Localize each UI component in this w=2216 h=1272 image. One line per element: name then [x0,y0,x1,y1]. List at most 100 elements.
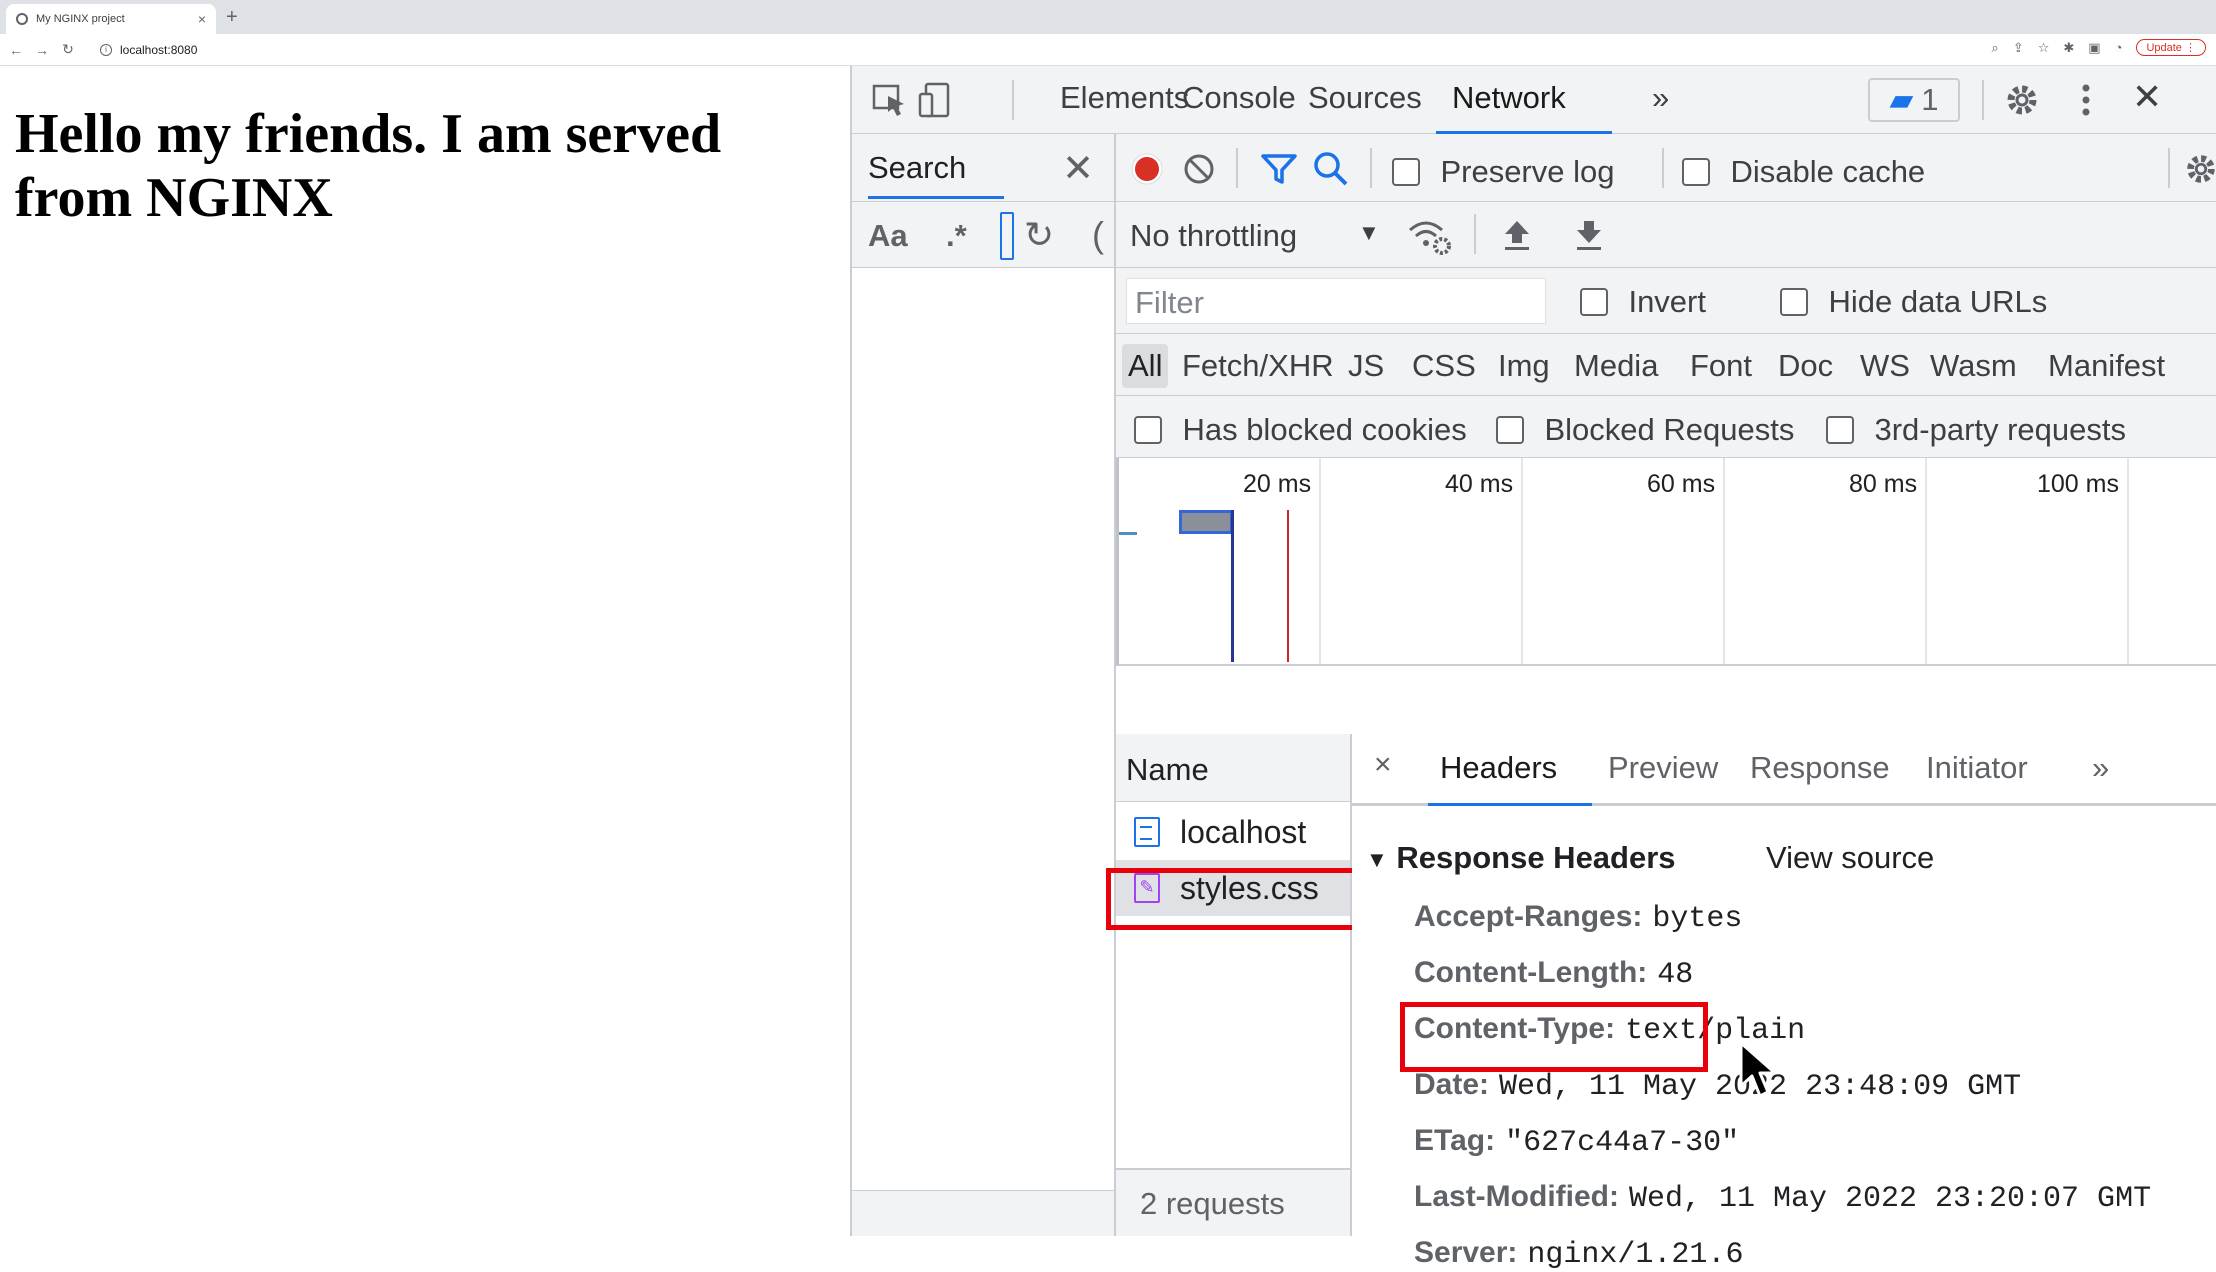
back-button[interactable]: ← [6,42,26,58]
filter-img[interactable]: Img [1492,344,1556,388]
blocked-requests-wrap[interactable]: Blocked Requests [1496,412,1794,448]
chevron-down-icon[interactable]: ▼ [1358,220,1380,246]
profile-avatar[interactable]: ◔ [2115,40,2123,55]
invert-checkbox-wrap[interactable]: Invert [1580,284,1706,320]
browser-tab[interactable]: My NGINX project × [6,4,216,34]
tab-headers[interactable]: Headers [1428,750,1592,806]
update-button[interactable]: Update ⋮ [2136,39,2206,56]
regex-button[interactable]: .* [946,218,967,254]
filter-all[interactable]: All [1122,344,1169,388]
header-key: Server: [1414,1236,1518,1269]
preserve-log-label: Preserve log [1440,154,1615,189]
network-settings-gear-icon[interactable] [2182,150,2216,188]
hide-data-urls-checkbox[interactable] [1780,288,1808,316]
network-overview[interactable]: 20 ms 40 ms 60 ms 80 ms 100 ms [1116,458,2216,666]
match-case-button[interactable]: Aa [868,218,908,254]
triangle-down-icon: ▼ [1366,846,1388,872]
device-toolbar-icon[interactable] [916,80,956,120]
highlight-box-request [1106,868,1358,930]
record-icon[interactable] [1130,152,1164,186]
blocked-requests-checkbox[interactable] [1496,416,1524,444]
zoom-icon[interactable]: ⌕ [1992,40,1999,56]
filter-font[interactable]: Font [1684,344,1758,388]
grid-line [2127,458,2129,664]
extensions-icon[interactable]: ✱ [2063,40,2074,56]
filter-input[interactable]: Filter [1126,278,1546,324]
invert-checkbox[interactable] [1580,288,1608,316]
filter-funnel-icon[interactable] [1260,152,1298,186]
search-input[interactable] [1000,212,1014,260]
clear-icon[interactable]: ( [1092,214,1104,256]
third-party-checkbox[interactable] [1826,416,1854,444]
network-conditions-icon[interactable] [1406,216,1452,256]
tab-response[interactable]: Response [1750,750,1890,806]
load-event-line [1287,510,1289,662]
refresh-icon[interactable]: ↻ [1024,214,1054,256]
filter-css[interactable]: CSS [1406,344,1482,388]
tab-console[interactable]: Console [1182,80,1296,134]
filter-ws[interactable]: WS [1854,344,1916,388]
highlight-box-content-type [1400,1002,1708,1072]
header-value: Wed, 11 May 2022 23:20:07 GMT [1628,1182,2152,1216]
import-har-icon[interactable] [1502,218,1532,252]
settings-gear-icon[interactable] [2002,80,2042,120]
inspect-element-icon[interactable] [870,80,910,120]
toolbar-divider [1370,148,1372,188]
hide-data-urls-checkbox-wrap[interactable]: Hide data URLs [1780,284,2047,320]
bookmark-star-icon[interactable]: ☆ [2038,40,2050,56]
waterfall-bar [1119,532,1137,535]
preserve-log-checkbox-wrap[interactable]: Preserve log [1392,154,1614,190]
tab-sources[interactable]: Sources [1308,80,1422,134]
tab-close-icon[interactable]: × [198,11,206,27]
more-tabs-icon[interactable]: » [1652,80,1669,134]
more-options-icon[interactable] [2066,80,2106,120]
close-details-icon[interactable]: × [1374,748,1392,804]
throttling-select[interactable]: No throttling [1130,218,1297,254]
reload-button[interactable]: ↻ [58,41,78,58]
timeline-tick: 60 ms [1647,470,1716,498]
clear-log-icon[interactable] [1182,152,1216,186]
browser-tab-strip: My NGINX project × + [0,0,2216,34]
search-close-icon[interactable]: ✕ [1062,146,1094,191]
name-column-header[interactable]: Name [1116,734,1350,802]
header-row: Content-Length: 48 [1414,956,1693,992]
tab-network[interactable]: Network [1436,80,1612,134]
toolbar-divider [1236,148,1238,188]
response-headers-section[interactable]: ▼ Response Headers [1366,840,1676,876]
filter-js[interactable]: JS [1342,344,1390,388]
filter-wasm[interactable]: Wasm [1924,344,2023,388]
forward-button[interactable]: → [32,42,52,58]
search-title[interactable]: Search [868,150,1004,199]
address-bar[interactable]: i localhost:8080 [100,38,1940,62]
third-party-wrap[interactable]: 3rd-party requests [1826,412,2126,448]
header-key: Date: [1414,1068,1490,1101]
tab-elements[interactable]: Elements [1060,80,1189,134]
toolbar-divider [1012,80,1014,120]
request-row-localhost[interactable]: localhost [1116,804,1350,860]
grid-line [1925,458,1927,664]
tab-initiator[interactable]: Initiator [1926,750,2028,806]
filter-manifest[interactable]: Manifest [2042,344,2171,388]
disable-cache-checkbox-wrap[interactable]: Disable cache [1682,154,1925,190]
new-tab-button[interactable]: + [226,6,238,29]
issues-button[interactable]: ▰ 1 [1868,78,1960,122]
more-details-tabs-icon[interactable]: » [2092,750,2109,806]
filter-doc[interactable]: Doc [1772,344,1839,388]
side-panel-icon[interactable]: ▣ [2088,40,2100,56]
export-har-icon[interactable] [1574,218,1604,252]
disable-cache-checkbox[interactable] [1682,158,1710,186]
site-info-icon[interactable]: i [100,44,112,56]
mouse-pointer-icon [1739,1041,1777,1098]
tab-preview[interactable]: Preview [1608,750,1718,806]
has-blocked-cookies-wrap[interactable]: Has blocked cookies [1134,412,1467,448]
share-icon[interactable]: ⇪ [2013,40,2024,56]
resource-type-filters: All Fetch/XHR JS CSS Img Media Font Doc … [1116,334,2216,396]
close-devtools-icon[interactable]: ✕ [2132,76,2162,130]
search-icon[interactable] [1312,150,1350,188]
filter-media[interactable]: Media [1568,344,1664,388]
filter-fetch-xhr[interactable]: Fetch/XHR [1176,344,1340,388]
view-source-link[interactable]: View source [1766,840,1934,876]
has-blocked-cookies-checkbox[interactable] [1134,416,1162,444]
requests-summary: 2 requests [1116,1168,1350,1236]
preserve-log-checkbox[interactable] [1392,158,1420,186]
